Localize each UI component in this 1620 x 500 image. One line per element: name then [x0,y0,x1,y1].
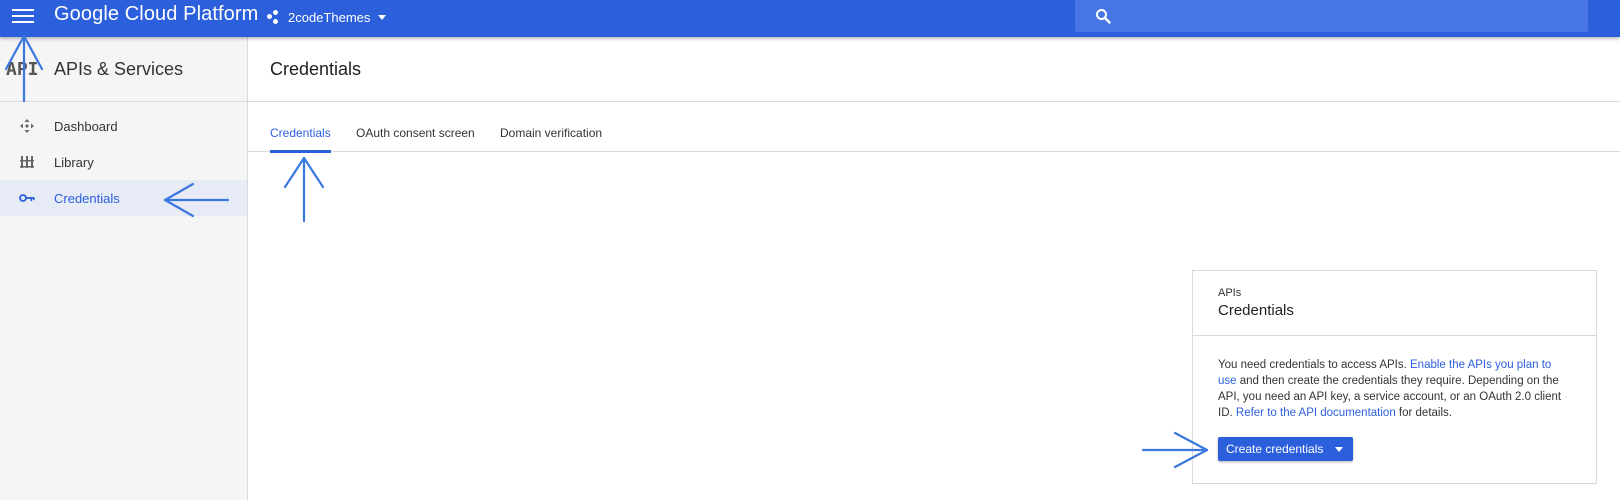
chevron-down-icon [378,14,387,20]
sidebar-header: API APIs & Services [0,37,247,102]
tab-oauth-consent-screen[interactable]: OAuth consent screen [356,126,475,150]
credentials-card: APIs Credentials You need credentials to… [1192,270,1597,484]
card-description: You need credentials to access APIs. Ena… [1218,357,1573,421]
sidebar-item-credentials[interactable]: Credentials [0,180,247,216]
sidebar-title: APIs & Services [54,59,184,79]
project-icon [266,9,282,25]
top-app-bar: Google Cloud Platform 2codeThemes [0,0,1620,37]
dashboard-icon [20,119,34,133]
api-documentation-link[interactable]: Refer to the API documentation [1236,407,1396,419]
card-header: APIs Credentials [1193,271,1596,336]
library-icon [20,156,34,168]
project-selector[interactable]: 2codeThemes [266,6,387,28]
sidebar-item-library[interactable]: Library [0,144,247,180]
card-kicker: APIs [1218,287,1242,299]
project-name: 2codeThemes [288,9,371,25]
create-credentials-button[interactable]: Create credentials [1218,437,1354,461]
api-logo: API [6,59,39,80]
sidebar-item-label: Credentials [54,190,120,206]
search-icon [1096,9,1111,24]
body-text: You need credentials to access APIs. [1218,359,1411,371]
tab-credentials[interactable]: Credentials [270,126,331,153]
brand-title[interactable]: Google Cloud Platform [54,3,258,26]
annotation-arrow-up-tab [283,156,325,223]
sidebar: API APIs & Services Dashboard Library Cr… [0,37,248,500]
sidebar-item-label: Dashboard [54,118,118,134]
search-input[interactable] [1075,0,1588,32]
sidebar-nav: Dashboard Library Credentials [0,108,247,216]
sidebar-item-dashboard[interactable]: Dashboard [0,108,247,144]
tab-bar: Credentials OAuth consent screen Domain … [248,118,1620,153]
dropdown-caret-icon [1335,447,1344,452]
tab-domain-verification[interactable]: Domain verification [500,126,602,150]
hamburger-menu-icon[interactable] [12,6,34,26]
create-credentials-label: Create credentials [1226,442,1324,456]
sidebar-item-label: Library [54,154,94,170]
key-icon [19,194,35,202]
card-title: Credentials [1218,302,1294,319]
page-header: Credentials [248,37,1620,102]
body-text: for details. [1395,407,1452,419]
page-title: Credentials [270,59,362,79]
